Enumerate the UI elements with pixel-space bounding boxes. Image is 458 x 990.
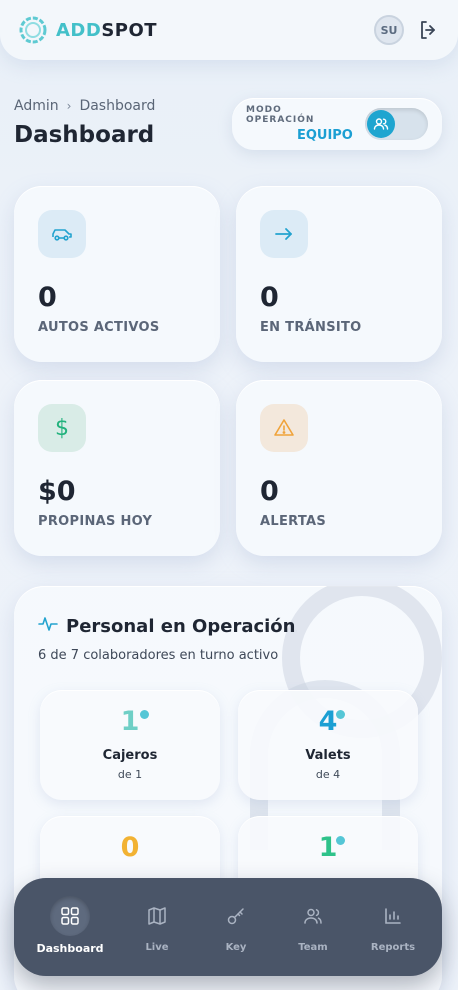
stat-label: EN TRÁNSITO [260, 320, 362, 335]
nav-item-team[interactable]: Team [278, 896, 348, 960]
mode-value: EQUIPO [296, 128, 353, 143]
logo-text-part1: ADD [56, 19, 102, 41]
arrow-right-icon [260, 210, 308, 258]
users-icon [366, 110, 395, 138]
status-dot [140, 710, 149, 719]
operation-mode-card: MODO OPERACIÓN EQUIPO [232, 98, 442, 150]
stat-label: AUTOS ACTIVOS [38, 320, 160, 335]
nav-item-key[interactable]: Key [201, 896, 271, 960]
page-title: Dashboard [14, 122, 155, 148]
stat-card-alertas[interactable]: 0 ALERTAS [236, 380, 442, 556]
role-count: 0 [120, 832, 140, 863]
nav-label: Live [145, 942, 169, 953]
nav-label: Team [298, 942, 328, 953]
status-dot [336, 710, 345, 719]
stat-value: 0 [260, 282, 279, 313]
logo-text-part2: SPOT [101, 19, 158, 41]
stat-value: 0 [260, 476, 279, 507]
role-card-cajeros[interactable]: 1 Cajeros de 1 [40, 690, 220, 800]
panel-subtitle: 6 de 7 colaboradores en turno activo [38, 648, 279, 663]
app-header: ADDSPOT SU [0, 0, 458, 60]
activity-icon [38, 614, 58, 638]
logo-text: ADDSPOT [56, 20, 157, 41]
stat-label: ALERTAS [260, 514, 327, 529]
nav-item-dashboard[interactable]: Dashboard [35, 896, 105, 960]
stat-value: $0 [38, 476, 76, 507]
breadcrumb-separator: › [66, 99, 72, 113]
role-count: 1 [120, 706, 140, 737]
breadcrumb: Admin › Dashboard [14, 98, 155, 114]
role-total: de 4 [315, 768, 341, 781]
stat-card-en-transito[interactable]: 0 EN TRÁNSITO [236, 186, 442, 362]
role-count: 1 [318, 832, 338, 863]
role-total: de 1 [117, 768, 143, 781]
stat-card-autos-activos[interactable]: 0 AUTOS ACTIVOS [14, 186, 220, 362]
stat-label: PROPINAS HOY [38, 514, 153, 529]
nav-label: Key [225, 942, 247, 953]
stat-card-propinas-hoy[interactable]: $ $0 PROPINAS HOY [14, 380, 220, 556]
mode-toggle[interactable] [364, 108, 428, 140]
users-icon [293, 896, 333, 936]
dollar-glyph: $ [55, 415, 69, 441]
bottom-nav: Dashboard Live Key Team Reports [14, 878, 442, 976]
panel-title: Personal en Operación [66, 615, 296, 637]
nav-label: Dashboard [36, 942, 104, 955]
mode-label: MODO OPERACIÓN [246, 105, 315, 125]
dollar-icon: $ [38, 404, 86, 452]
nav-item-reports[interactable]: Reports [358, 896, 428, 960]
grid-icon [50, 896, 90, 936]
key-icon [216, 896, 256, 936]
breadcrumb-current: Dashboard [79, 98, 156, 114]
avatar[interactable]: SU [374, 15, 404, 45]
bar-chart-icon [373, 896, 413, 936]
role-name: Cajeros [102, 748, 158, 763]
role-name: Valets [305, 748, 351, 763]
logout-icon[interactable] [418, 19, 440, 41]
logo-icon [18, 15, 48, 45]
warning-icon [260, 404, 308, 452]
role-card-valets[interactable]: 4 Valets de 4 [238, 690, 418, 800]
breadcrumb-parent[interactable]: Admin [14, 98, 59, 114]
stat-value: 0 [38, 282, 57, 313]
nav-item-live[interactable]: Live [122, 896, 192, 960]
map-icon [137, 896, 177, 936]
nav-label: Reports [370, 942, 416, 953]
role-count: 4 [318, 706, 338, 737]
status-dot [336, 836, 345, 845]
car-icon [38, 210, 86, 258]
